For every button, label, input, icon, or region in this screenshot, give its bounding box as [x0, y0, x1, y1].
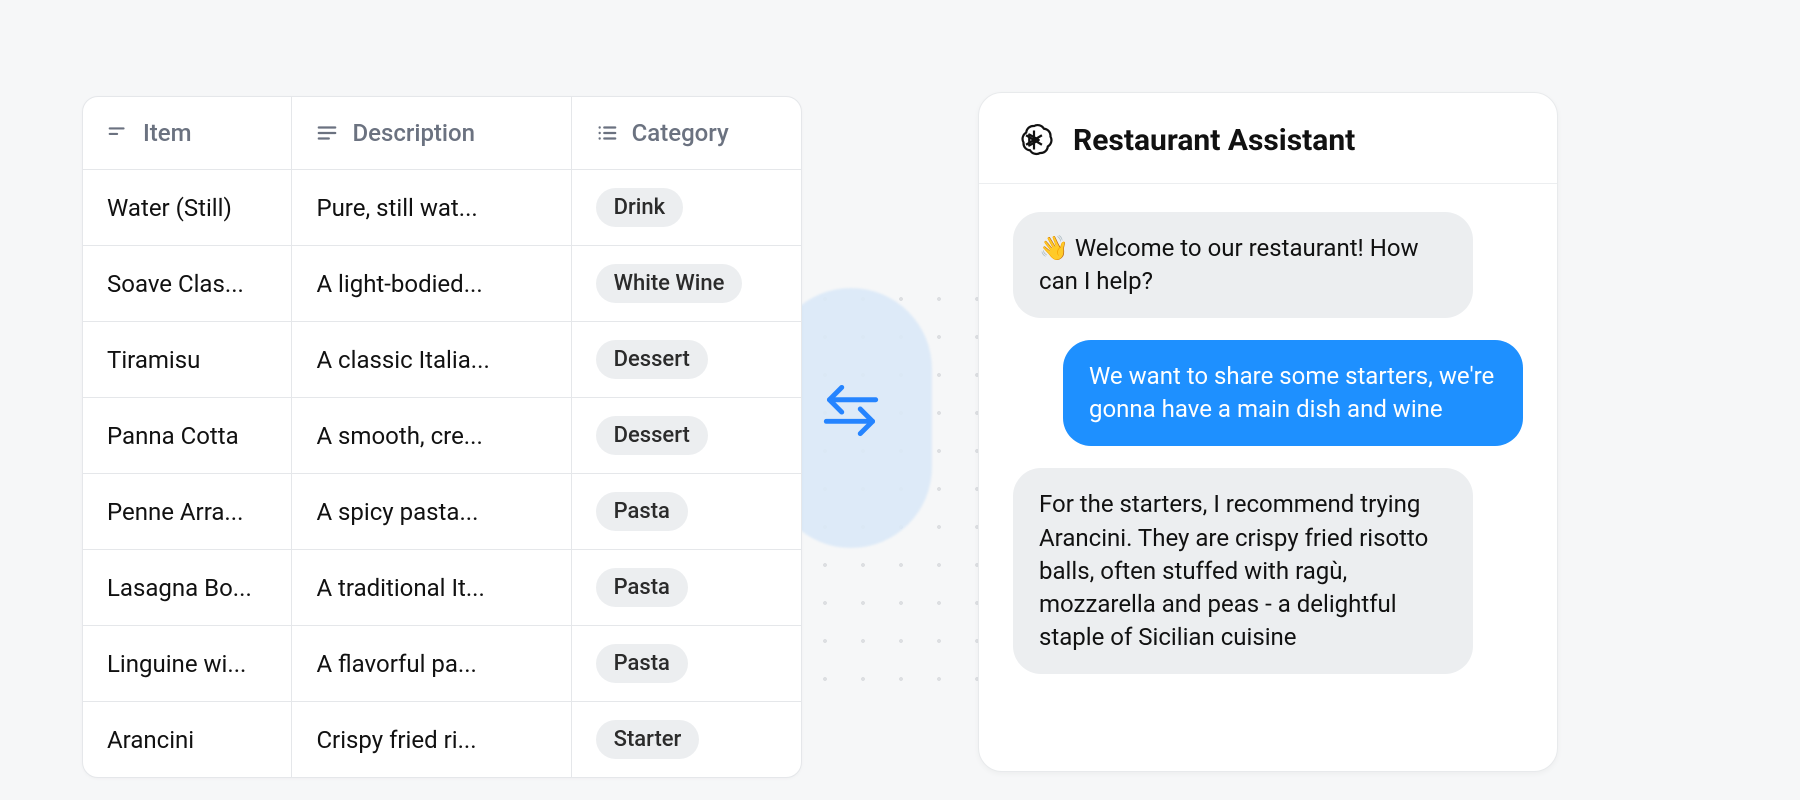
category-badge: Dessert: [596, 416, 708, 455]
cell-description: A flavorful pa...: [292, 626, 571, 701]
column-header-label: Description: [352, 119, 475, 147]
openai-logo-icon: [1015, 121, 1053, 159]
category-badge: Pasta: [596, 644, 688, 683]
table-row[interactable]: Soave Clas... A light-bodied... White Wi…: [83, 246, 801, 322]
cell-item: Water (Still): [83, 170, 292, 245]
category-badge: Pasta: [596, 492, 688, 531]
column-header-label: Category: [632, 119, 729, 147]
list-bullets-icon: [596, 122, 618, 144]
cell-item: Panna Cotta: [83, 398, 292, 473]
chat-title: Restaurant Assistant: [1073, 123, 1355, 158]
cell-category: Dessert: [572, 398, 801, 473]
cell-description: A smooth, cre...: [292, 398, 571, 473]
cell-category: Pasta: [572, 474, 801, 549]
cell-description: A traditional It...: [292, 550, 571, 625]
table-row[interactable]: Panna Cotta A smooth, cre... Dessert: [83, 398, 801, 474]
cell-description: Pure, still wat...: [292, 170, 571, 245]
text-lines-icon: [316, 122, 338, 144]
chat-body: 👋 Welcome to our restaurant! How can I h…: [979, 184, 1557, 674]
cell-category: Drink: [572, 170, 801, 245]
table-row[interactable]: Tiramisu A classic Italia... Dessert: [83, 322, 801, 398]
table-row[interactable]: Penne Arra... A spicy pasta... Pasta: [83, 474, 801, 550]
cell-description: Crispy fried ri...: [292, 702, 571, 777]
cell-description: A classic Italia...: [292, 322, 571, 397]
table-row[interactable]: Water (Still) Pure, still wat... Drink: [83, 170, 801, 246]
cell-item: Penne Arra...: [83, 474, 292, 549]
cell-category: Starter: [572, 702, 801, 777]
table-row[interactable]: Arancini Crispy fried ri... Starter: [83, 702, 801, 777]
cell-category: White Wine: [572, 246, 801, 321]
chat-header: Restaurant Assistant: [979, 93, 1557, 184]
table-row[interactable]: Lasagna Bo... A traditional It... Pasta: [83, 550, 801, 626]
cell-description: A light-bodied...: [292, 246, 571, 321]
category-badge: Dessert: [596, 340, 708, 379]
table-row[interactable]: Linguine wi... A flavorful pa... Pasta: [83, 626, 801, 702]
cell-category: Pasta: [572, 550, 801, 625]
chat-message-user: We want to share some starters, we're go…: [1063, 340, 1523, 446]
menu-table: Item Description Category Water (Still) …: [82, 96, 802, 778]
category-badge: White Wine: [596, 264, 743, 303]
cell-category: Dessert: [572, 322, 801, 397]
column-header-description[interactable]: Description: [292, 97, 571, 169]
category-badge: Starter: [596, 720, 700, 759]
category-badge: Pasta: [596, 568, 688, 607]
sort-short-icon: [107, 122, 129, 144]
chat-message-bot: 👋 Welcome to our restaurant! How can I h…: [1013, 212, 1473, 318]
cell-category: Pasta: [572, 626, 801, 701]
column-header-label: Item: [143, 119, 192, 147]
column-header-category[interactable]: Category: [572, 97, 801, 169]
cell-item: Arancini: [83, 702, 292, 777]
chat-message-bot: For the starters, I recommend trying Ara…: [1013, 468, 1473, 674]
chat-panel: Restaurant Assistant 👋 Welcome to our re…: [978, 92, 1558, 772]
cell-item: Tiramisu: [83, 322, 292, 397]
cell-item: Lasagna Bo...: [83, 550, 292, 625]
cell-description: A spicy pasta...: [292, 474, 571, 549]
swap-arrows-icon: [814, 372, 888, 450]
category-badge: Drink: [596, 188, 683, 227]
cell-item: Linguine wi...: [83, 626, 292, 701]
cell-item: Soave Clas...: [83, 246, 292, 321]
table-header-row: Item Description Category: [83, 97, 801, 170]
column-header-item[interactable]: Item: [83, 97, 292, 169]
